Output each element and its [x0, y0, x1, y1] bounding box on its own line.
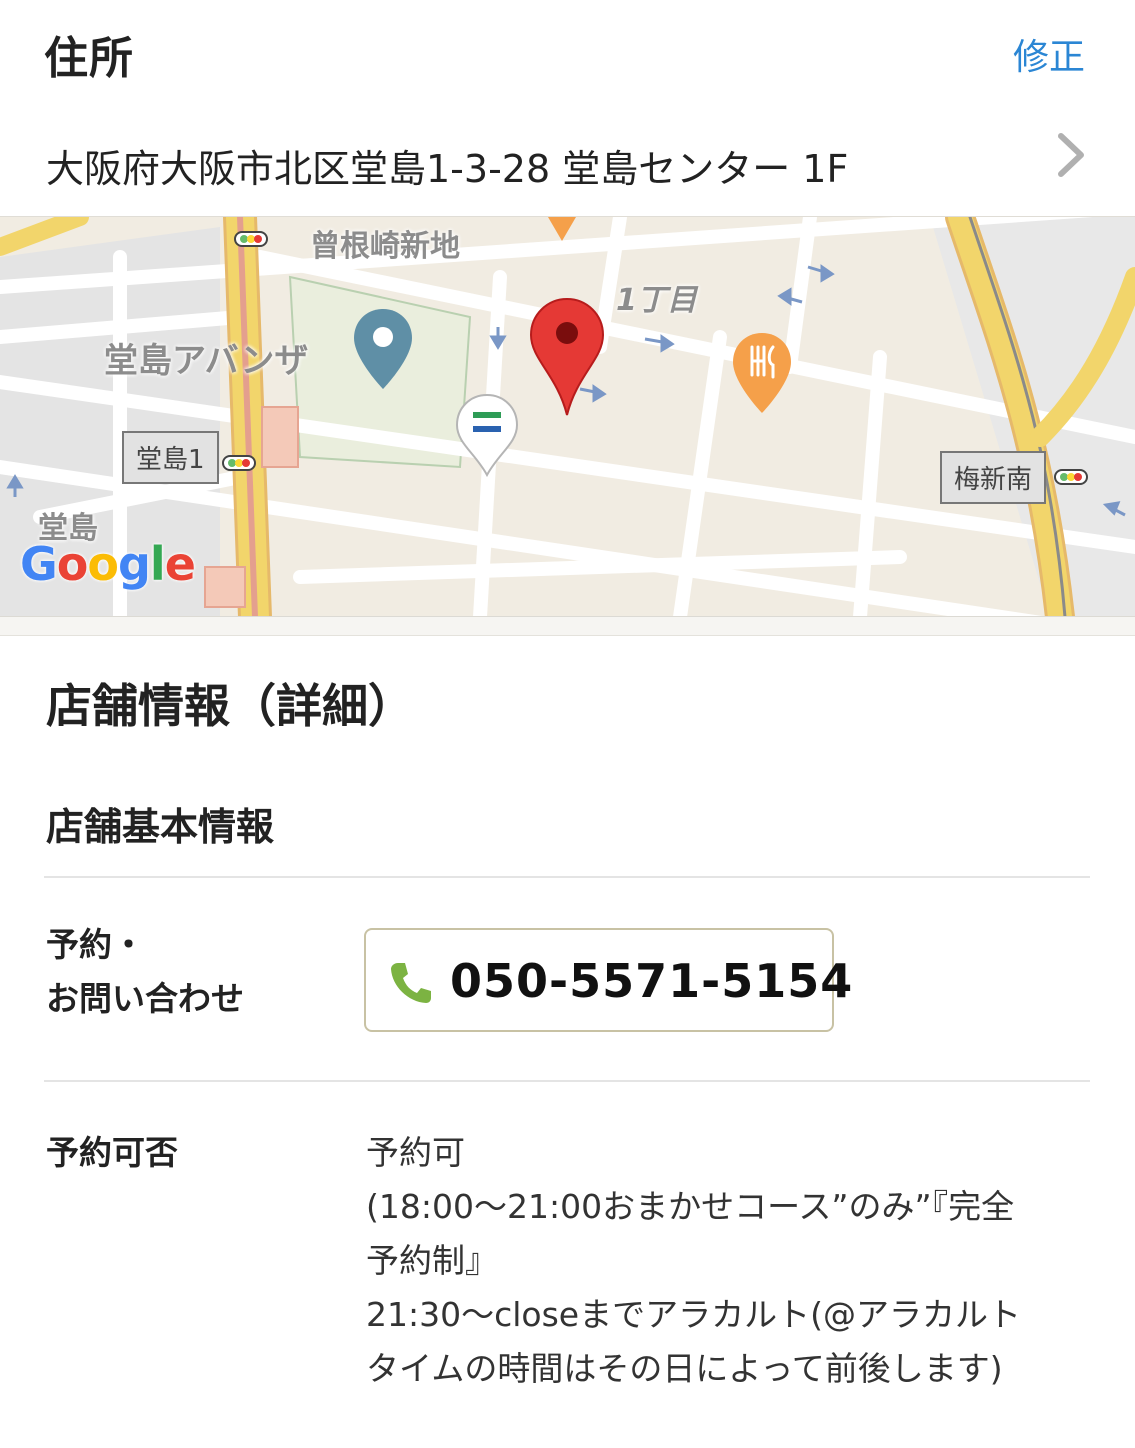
phone-number: 050-5571-5154 [450, 954, 854, 1008]
restaurant-pin-icon[interactable] [731, 331, 793, 415]
contact-label-line1: 予約・ [46, 925, 145, 964]
reservation-line: 予約制』 [366, 1241, 498, 1280]
reservation-line: 21:30〜closeまでアラカルト(@アラカルト [366, 1295, 1021, 1334]
station-label-umeshinminami: 梅新南 [940, 451, 1047, 504]
address-row[interactable]: 大阪府大阪市北区堂島1-3-28 堂島センター 1F [0, 110, 1135, 210]
phone-icon [391, 963, 431, 1003]
divider [44, 876, 1090, 878]
address-text: 大阪府大阪市北区堂島1-3-28 堂島センター 1F [46, 147, 849, 191]
traffic-light-icon [1054, 469, 1088, 485]
page-title: 住所 [44, 33, 134, 84]
reservation-line: (18:00〜21:00おまかせコース”のみ”『完全 [366, 1187, 1015, 1226]
phone-call-button[interactable]: 050-5571-5154 [364, 928, 852, 1032]
reservation-line: タイムの時間はその日によって前後します) [366, 1349, 1003, 1388]
map-pin-icon[interactable] [529, 297, 605, 417]
map[interactable]: 曾根崎新地 1丁目 堂島アバンザ 堂島 堂島1 梅新南 Google [0, 216, 1135, 617]
edit-link[interactable]: 修正 [1013, 28, 1085, 80]
station-label-dojima1: 堂島1 [122, 431, 219, 484]
map-label-sonezaki: 曾根崎新地 [310, 229, 460, 264]
map-footer-bar [0, 616, 1135, 636]
google-logo: Google [20, 537, 196, 591]
reservation-line: 予約可 [366, 1133, 465, 1172]
divider [44, 1080, 1090, 1082]
map-label-avanza: 堂島アバンザ [104, 341, 309, 381]
map-label-1chome: 1丁目 [616, 283, 697, 318]
reservation-label: 予約可否 [46, 1133, 178, 1172]
contact-label: 予約・ お問い合わせ [46, 918, 244, 1026]
section-title: 店舗情報（詳細） [46, 679, 414, 733]
convenience-store-pin-icon[interactable] [455, 393, 519, 477]
reservation-value: 予約可 (18:00〜21:00おまかせコース”のみ”『完全 予約制』 21:3… [366, 1126, 1086, 1396]
subsection-title: 店舗基本情報 [46, 805, 275, 849]
chevron-right-icon [1058, 133, 1084, 177]
address-header: 住所 修正 [0, 0, 1135, 100]
traffic-light-icon [234, 231, 268, 247]
traffic-light-icon [222, 455, 256, 471]
poi-pin-icon[interactable] [352, 307, 414, 391]
contact-label-line2: お問い合わせ [46, 979, 244, 1018]
